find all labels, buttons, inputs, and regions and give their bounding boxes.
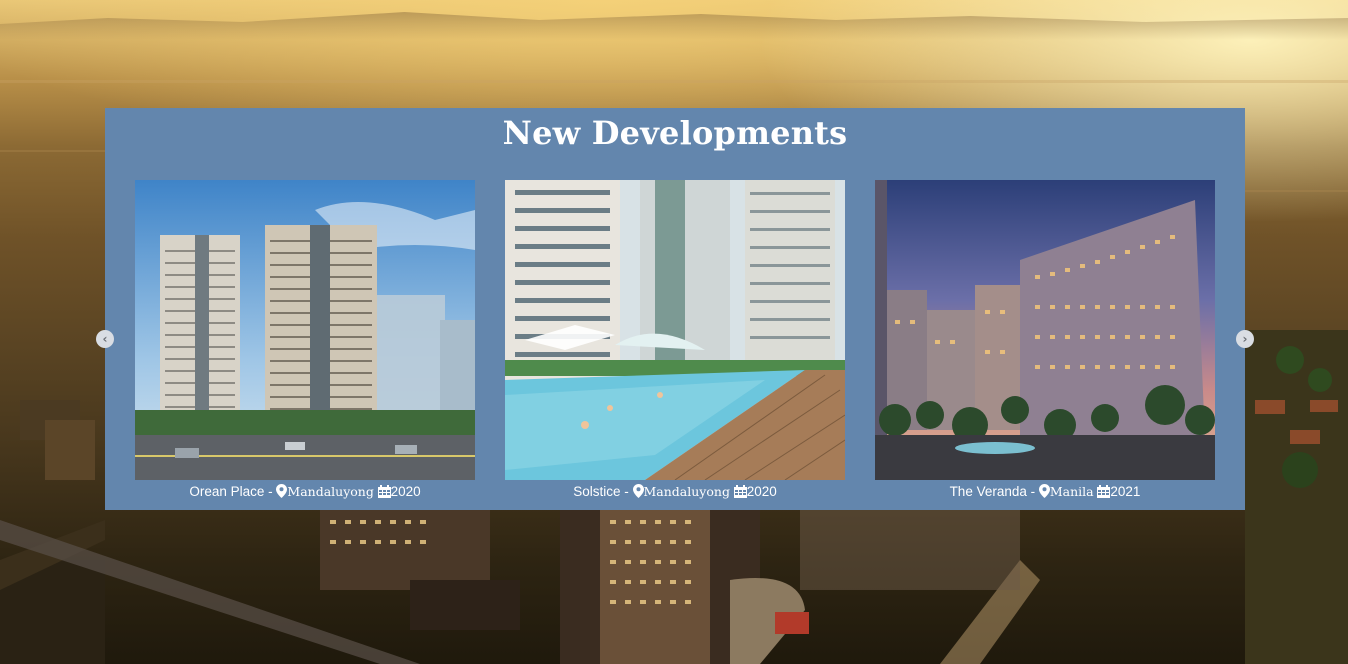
development-card[interactable]: Solstice - Mandaluyong 2020 xyxy=(505,180,845,499)
development-location: Mandaluyong xyxy=(643,484,730,499)
calendar-icon xyxy=(377,485,391,498)
development-card[interactable]: Orean Place - Mandaluyong 2020 xyxy=(135,180,475,499)
carousel-prev-button[interactable]: ‹ xyxy=(96,330,114,348)
development-image[interactable] xyxy=(505,180,845,480)
development-year: 2020 xyxy=(390,484,421,499)
map-marker-icon xyxy=(632,484,644,498)
development-year: 2021 xyxy=(1110,484,1141,499)
development-year: 2020 xyxy=(746,484,777,499)
development-name: Orean Place xyxy=(189,484,265,499)
development-caption: The Veranda - Manila 2021 xyxy=(875,484,1215,499)
new-developments-panel: New Developments Orean Place - Mandaluyo… xyxy=(105,108,1245,510)
calendar-icon xyxy=(733,485,747,498)
development-image[interactable] xyxy=(135,180,475,480)
map-marker-icon xyxy=(1038,484,1050,498)
map-marker-icon xyxy=(276,484,288,498)
development-image[interactable] xyxy=(875,180,1215,480)
section-title: New Developments xyxy=(502,114,848,152)
development-card[interactable]: The Veranda - Manila 2021 xyxy=(875,180,1215,499)
development-name: Solstice xyxy=(573,484,621,499)
caption-separator: - xyxy=(264,484,277,499)
development-location: Mandaluyong xyxy=(287,484,374,499)
development-caption: Orean Place - Mandaluyong 2020 xyxy=(135,484,475,499)
development-name: The Veranda xyxy=(949,484,1027,499)
chevron-left-icon: ‹ xyxy=(102,332,108,346)
caption-separator: - xyxy=(620,484,633,499)
carousel-next-button[interactable]: › xyxy=(1236,330,1254,348)
chevron-right-icon: › xyxy=(1242,332,1248,346)
calendar-icon xyxy=(1097,485,1111,498)
development-caption: Solstice - Mandaluyong 2020 xyxy=(505,484,845,499)
development-location: Manila xyxy=(1049,484,1094,499)
caption-separator: - xyxy=(1026,484,1039,499)
